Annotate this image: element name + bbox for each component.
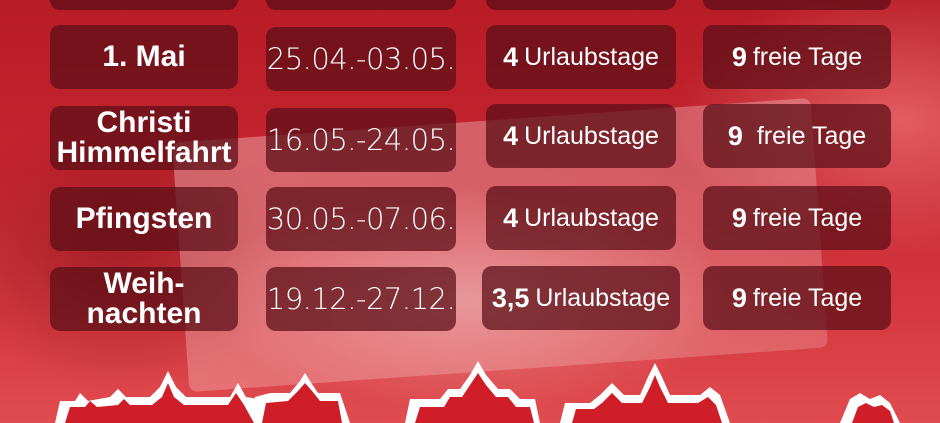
- free-days-label: freie Tage: [752, 283, 863, 312]
- vacation-days-label: Urlaubstage: [524, 42, 659, 71]
- cut-off-cell: [266, 0, 456, 10]
- dates-cell: 25.04.-03.05.: [266, 27, 456, 91]
- cut-off-cell: [50, 0, 238, 10]
- cut-off-cell: [703, 0, 891, 10]
- free-days-number: 9: [731, 282, 747, 313]
- free-days-label: freie Tage: [752, 203, 863, 232]
- vacation-days-number: 4: [503, 202, 519, 233]
- vacation-days-cell: 4 Urlaubstage: [486, 186, 676, 250]
- free-days-number: 9: [727, 120, 743, 151]
- holiday-cell: Weih- nachten: [50, 267, 238, 331]
- free-days-cell: 9 freie Tage: [703, 266, 891, 330]
- vacation-days-label: Urlaubstage: [524, 203, 659, 232]
- free-days-cell: 9 freie Tage: [703, 25, 891, 89]
- free-days-number: 9: [731, 41, 747, 72]
- date-range: 16.05.-24.05.: [266, 123, 456, 157]
- city-skyline-graphic: [55, 361, 900, 423]
- vacation-days-number: 4: [503, 120, 519, 151]
- vacation-days-number: 3,5: [491, 282, 530, 313]
- vacation-days-cell: 4 Urlaubstage: [486, 104, 676, 168]
- holiday-name-line2: Himmelfahrt: [56, 136, 232, 169]
- holiday-cell: 1. Mai: [50, 25, 238, 89]
- dates-cell: 30.05.-07.06.: [266, 187, 456, 251]
- vacation-days-label: Urlaubstage: [535, 283, 671, 312]
- holiday-name-line2: nachten: [86, 297, 202, 330]
- vacation-days-label: Urlaubstage: [524, 121, 659, 150]
- dates-cell: 16.05.-24.05.: [266, 108, 456, 172]
- holiday-name: Pfingsten: [75, 202, 213, 235]
- free-days-cell: 9 freie Tage: [703, 104, 891, 168]
- vacation-days-number: 4: [503, 41, 519, 72]
- holiday-name-line1: Weih-: [103, 267, 185, 300]
- date-range: 25.04.-03.05.: [266, 42, 456, 76]
- vacation-days-cell: 3,5 Urlaubstage: [482, 266, 680, 330]
- free-days-cell: 9 freie Tage: [703, 186, 891, 250]
- dates-cell: 19.12.-27.12.: [266, 267, 456, 331]
- free-days-label: freie Tage: [756, 121, 867, 150]
- holiday-cell: Pfingsten: [50, 187, 238, 251]
- date-range: 30.05.-07.06.: [266, 202, 456, 236]
- holiday-cell: Christi Himmelfahrt: [50, 106, 238, 170]
- cut-off-cell: [486, 0, 676, 10]
- free-days-label: freie Tage: [752, 42, 863, 71]
- holiday-name-line1: Christi: [96, 106, 192, 139]
- date-range: 19.12.-27.12.: [266, 282, 456, 316]
- holiday-name: 1. Mai: [102, 40, 186, 73]
- vacation-days-cell: 4 Urlaubstage: [486, 25, 676, 89]
- free-days-number: 9: [731, 202, 747, 233]
